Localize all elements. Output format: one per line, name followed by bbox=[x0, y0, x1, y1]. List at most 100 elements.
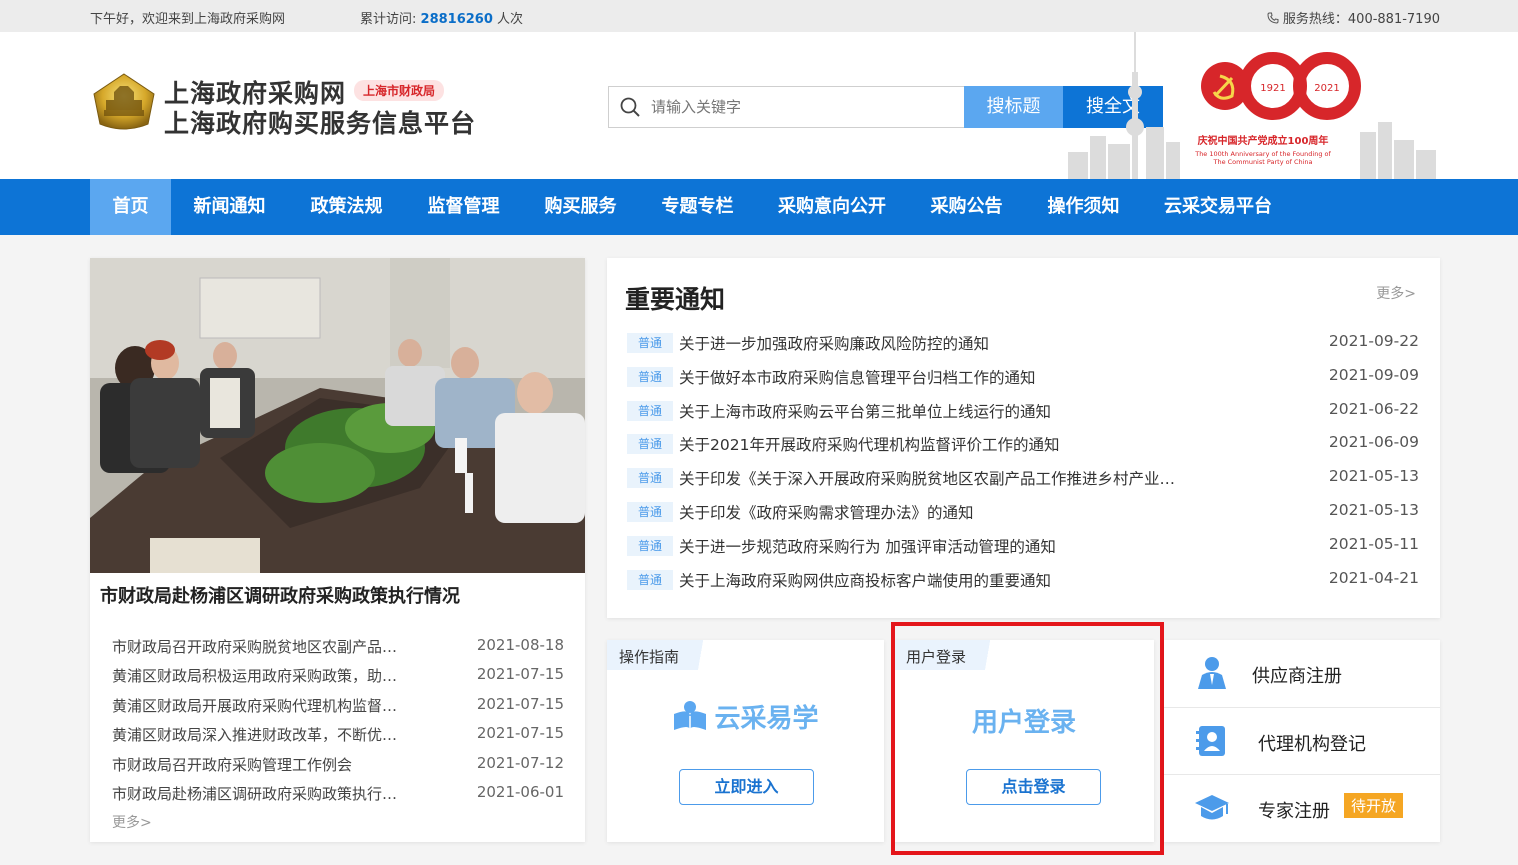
news-title[interactable]: 黄浦区财政局开展政府采购代理机构监督评价工作 bbox=[112, 695, 402, 716]
notice-title[interactable]: 关于印发《关于深入开展政府采购脱贫地区农副产品工作推进乡村产业振兴的实施意见》的… bbox=[679, 467, 1189, 489]
news-date: 2021-06-01 bbox=[476, 782, 564, 801]
expert-register-link[interactable]: 专家注册 待开放 bbox=[1164, 774, 1440, 841]
visits-count: 28816260 bbox=[420, 12, 493, 27]
nav-news[interactable]: 新闻通知 bbox=[171, 179, 288, 235]
nav-announcements[interactable]: 采购公告 bbox=[908, 179, 1025, 235]
anniversary-banner: 1921 2021 庆祝中国共产党成立100周年 The 100th Anniv… bbox=[1068, 32, 1436, 179]
enter-now-button[interactable]: 立即进入 bbox=[679, 769, 814, 805]
notice-list: 普通 关于进一步加强政府采购廉政风险防控的通知 2021-09-22 普通 关于做好本… bbox=[627, 327, 1419, 597]
hotline-text: 服务热线：400-881-7190 bbox=[1282, 12, 1440, 27]
news-title[interactable]: 市财政局召开政府采购脱贫地区农副产品工作推进会 bbox=[112, 636, 402, 657]
news-title[interactable]: 黄浦区财政局积极运用政府采购政策，助力中小企业发展 bbox=[112, 665, 402, 686]
notice-tag: 普通 bbox=[627, 333, 673, 353]
notice-card: 重要通知 更多> 普通 关于进一步加强政府采购廉政风险防控的通知 2021-09-2… bbox=[607, 258, 1440, 618]
news-date: 2021-07-15 bbox=[476, 724, 564, 743]
supplier-register-label: 供应商注册 bbox=[1252, 666, 1342, 687]
list-item[interactable]: 黄浦区财政局开展政府采购代理机构监督评价工作 2021-07-15 bbox=[112, 691, 564, 720]
greeting-text: 下午好，欢迎来到上海政府采购网 bbox=[90, 12, 286, 27]
svg-text:庆祝中国共产党成立100周年: 庆祝中国共产党成立100周年 bbox=[1197, 134, 1329, 147]
svg-text:The 100th Anniversary of the F: The 100th Anniversary of the Founding of bbox=[1194, 150, 1331, 158]
notice-tag: 普通 bbox=[627, 366, 673, 387]
photo-caption[interactable]: 市财政局赴杨浦区调研政府采购政策执行情况 bbox=[100, 582, 460, 608]
nav-cloud-platform[interactable]: 云采交易平台 bbox=[1142, 179, 1294, 235]
nav-instructions[interactable]: 操作须知 bbox=[1025, 179, 1142, 235]
hotline: 服务热线：400-881-7190 bbox=[1267, 8, 1440, 27]
agency-register-link[interactable]: 代理机构登记 bbox=[1164, 707, 1440, 774]
list-item[interactable]: 普通 关于做好本市政府采购信息管理平台归档工作的通知 2021-09-09 bbox=[627, 361, 1419, 395]
list-item[interactable]: 普通 关于进一步加强政府采购廉政风险防控的通知 2021-09-22 bbox=[627, 327, 1419, 361]
site-header: 上海政府采购网 上海市财政局 上海政府购买服务信息平台 搜标题 搜全文 bbox=[0, 32, 1518, 179]
notice-date: 2021-05-11 bbox=[1328, 534, 1419, 553]
nav-intent-disclosure[interactable]: 采购意向公开 bbox=[756, 179, 908, 235]
supplier-register-link[interactable]: 供应商注册 bbox=[1164, 640, 1440, 707]
svg-text:2021: 2021 bbox=[1314, 83, 1339, 94]
meeting-photo[interactable] bbox=[90, 258, 585, 573]
pending-badge: 待开放 bbox=[1344, 793, 1404, 818]
graduation-cap-icon bbox=[1195, 795, 1229, 820]
notice-title[interactable]: 关于上海政府采购网供应商投标客户端使用的重要通知 bbox=[679, 569, 1189, 591]
notice-date: 2021-06-09 bbox=[1328, 433, 1419, 452]
notice-title[interactable]: 关于印发《政府采购需求管理办法》的通知 bbox=[679, 501, 1189, 523]
nav-home[interactable]: 首页 bbox=[90, 179, 171, 235]
notice-title[interactable]: 关于进一步规范政府采购行为 加强评审活动管理的通知 bbox=[679, 535, 1189, 557]
main-nav: 首页 新闻通知 政策法规 监督管理 购买服务 专题专栏 采购意向公开 采购公告 … bbox=[0, 179, 1518, 235]
notice-tag: 普通 bbox=[627, 569, 673, 590]
news-title[interactable]: 市财政局赴杨浦区调研政府采购政策执行情况 bbox=[112, 783, 402, 804]
list-item[interactable]: 市财政局召开政府采购脱贫地区农副产品工作推进会 2021-08-18 bbox=[112, 632, 564, 661]
notice-date: 2021-05-13 bbox=[1328, 467, 1419, 486]
centenary-100-emblem: 1921 2021 庆祝中国共产党成立100周年 The 100th Anniv… bbox=[1194, 52, 1361, 166]
list-item[interactable]: 普通 关于上海政府采购网供应商投标客户端使用的重要通知 2021-04-21 bbox=[627, 564, 1419, 598]
visit-counter: 累计访问: 28816260 人次 bbox=[360, 8, 523, 27]
expert-register-label: 专家注册 bbox=[1258, 801, 1330, 822]
list-item[interactable]: 普通 关于2021年开展政府采购代理机构监督评价工作的通知 2021-06-09 bbox=[627, 428, 1419, 462]
notice-date: 2021-09-22 bbox=[1328, 332, 1419, 350]
search-icon bbox=[620, 97, 640, 117]
notice-heading: 重要通知 bbox=[625, 285, 726, 314]
photo-news-card: 市财政局赴杨浦区调研政府采购政策执行情况 市财政局召开政府采购脱贫地区农副产品工… bbox=[90, 258, 585, 842]
list-item[interactable]: 普通 关于上海市政府采购云平台第三批单位上线运行的通知 2021-06-22 bbox=[627, 395, 1419, 429]
supplier-user-icon bbox=[1198, 657, 1226, 689]
notice-date: 2021-06-22 bbox=[1328, 399, 1419, 418]
news-date: 2021-07-15 bbox=[476, 665, 564, 684]
news-title[interactable]: 黄浦区财政局深入推进财政改革，不断优化营商环境 bbox=[112, 724, 402, 745]
list-item[interactable]: 普通 关于进一步规范政府采购行为 加强评审活动管理的通知 2021-05-11 bbox=[627, 530, 1419, 564]
list-item[interactable]: 市财政局赴杨浦区调研政府采购政策执行情况 2021-06-01 bbox=[112, 779, 564, 808]
guide-box-heading: 操作指南 bbox=[607, 640, 722, 670]
news-date: 2021-07-15 bbox=[476, 694, 564, 713]
notice-tag: 普通 bbox=[627, 468, 673, 489]
notice-tag: 普通 bbox=[627, 400, 673, 421]
nav-policy[interactable]: 政策法规 bbox=[288, 179, 405, 235]
notice-tag: 普通 bbox=[627, 434, 673, 455]
site-subtitle[interactable]: 上海政府购买服务信息平台 bbox=[164, 104, 476, 140]
notice-date: 2021-04-21 bbox=[1328, 568, 1419, 587]
guide-box: 操作指南 云采易学 立即进入 bbox=[607, 640, 884, 842]
news-title[interactable]: 市财政局召开政府采购管理工作例会 bbox=[112, 754, 402, 775]
notice-more-link[interactable]: 更多> bbox=[1376, 283, 1416, 303]
list-item[interactable]: 黄浦区财政局积极运用政府采购政策，助力中小企业发展 2021-07-15 bbox=[112, 661, 564, 690]
logo-emblem-icon[interactable] bbox=[90, 72, 158, 132]
guide-title[interactable]: 云采易学 bbox=[607, 698, 884, 735]
notice-title[interactable]: 关于上海市政府采购云平台第三批单位上线运行的通知 bbox=[679, 400, 1189, 422]
visits-label: 累计访问: bbox=[360, 12, 417, 27]
notice-date: 2021-05-13 bbox=[1328, 500, 1419, 519]
notice-tag: 普通 bbox=[627, 535, 673, 556]
svg-text:The Communist Party of China: The Communist Party of China bbox=[1212, 158, 1312, 166]
reader-book-icon bbox=[674, 701, 707, 730]
nav-topics[interactable]: 专题专栏 bbox=[639, 179, 756, 235]
list-item[interactable]: 市财政局召开政府采购管理工作例会 2021-07-12 bbox=[112, 750, 564, 779]
news-more-link[interactable]: 更多> bbox=[112, 812, 152, 832]
nav-supervision[interactable]: 监督管理 bbox=[405, 179, 522, 235]
notice-title[interactable]: 关于进一步加强政府采购廉政风险防控的通知 bbox=[679, 332, 1189, 354]
org-badge[interactable]: 上海市财政局 bbox=[354, 80, 445, 101]
notice-title[interactable]: 关于做好本市政府采购信息管理平台归档工作的通知 bbox=[679, 366, 1189, 388]
list-item[interactable]: 普通关于印发《关于深入开展政府采购脱贫地区农副产品工作推进乡村产业振兴的实施意见… bbox=[627, 462, 1419, 496]
list-item[interactable]: 普通 关于印发《政府采购需求管理办法》的通知 2021-05-13 bbox=[627, 496, 1419, 530]
search-title-button[interactable]: 搜标题 bbox=[964, 86, 1063, 128]
guide-title-text: 云采易学 bbox=[714, 704, 819, 734]
notice-title[interactable]: 关于2021年开展政府采购代理机构监督评价工作的通知 bbox=[679, 433, 1189, 455]
search-input[interactable] bbox=[651, 93, 951, 121]
list-item[interactable]: 黄浦区财政局深入推进财政改革，不断优化营商环境 2021-07-15 bbox=[112, 720, 564, 749]
top-bar: 下午好，欢迎来到上海政府采购网 累计访问: 28816260 人次 服务热线：4… bbox=[0, 0, 1518, 32]
nav-purchase-service[interactable]: 购买服务 bbox=[522, 179, 639, 235]
agency-register-label: 代理机构登记 bbox=[1258, 734, 1366, 755]
